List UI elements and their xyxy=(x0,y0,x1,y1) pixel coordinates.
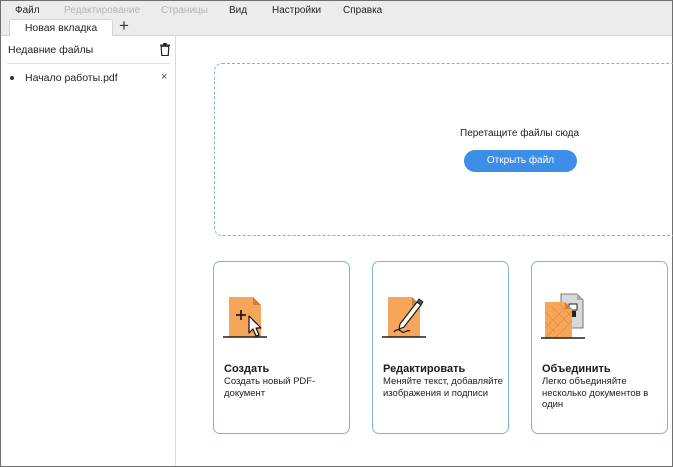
recent-files-sidebar: Недавние файлы Начало работы.pdf × xyxy=(1,36,176,466)
menu-file[interactable]: Файл xyxy=(15,5,40,16)
tab-new-tab[interactable]: Новая вкладка xyxy=(9,19,113,36)
recent-file-name[interactable]: Начало работы.pdf xyxy=(25,72,118,84)
sidebar-divider xyxy=(7,63,170,64)
create-card[interactable]: Создать Создать новый PDF-документ xyxy=(213,261,350,434)
tab-bar: Новая вкладка + xyxy=(1,17,672,36)
menu-edit[interactable]: Редактирование xyxy=(64,5,140,16)
edit-card-description: Меняйте текст, добавляйте изображения и … xyxy=(383,376,503,399)
add-tab-button[interactable]: + xyxy=(116,17,132,35)
recent-files-title: Недавние файлы xyxy=(8,44,94,56)
close-icon[interactable]: × xyxy=(161,71,167,83)
merge-card-description: Легко объединяйте несколько документов в… xyxy=(542,376,649,410)
menu-pages[interactable]: Страницы xyxy=(161,5,208,16)
create-card-description: Создать новый PDF-документ xyxy=(224,376,316,399)
menu-help[interactable]: Справка xyxy=(343,5,382,16)
edit-pdf-icon xyxy=(382,297,426,338)
merge-card-title: Объединить xyxy=(542,363,611,375)
bullet-icon xyxy=(10,76,14,80)
create-card-title: Создать xyxy=(224,363,270,375)
menu-settings[interactable]: Настройки xyxy=(272,5,321,16)
merge-card[interactable]: Объединить Легко объединяйте несколько д… xyxy=(531,261,668,434)
drop-zone[interactable]: Перетащите файлы сюда Открыть файл xyxy=(214,63,673,236)
edit-card-title: Редактировать xyxy=(383,363,466,375)
recent-file-item[interactable]: Начало работы.pdf × xyxy=(1,70,175,86)
drop-zone-text: Перетащите файлы сюда xyxy=(460,128,580,139)
menu-view[interactable]: Вид xyxy=(229,5,247,16)
trash-icon[interactable] xyxy=(160,43,170,56)
create-pdf-icon xyxy=(223,297,267,338)
app-window: Файл Редактирование Страницы Вид Настрой… xyxy=(0,0,673,467)
edit-card[interactable]: Редактировать Меняйте текст, добавляйте … xyxy=(372,261,509,434)
merge-pdf-icon xyxy=(541,293,585,339)
open-file-button[interactable]: Открыть файл xyxy=(464,150,577,172)
menu-bar: Файл Редактирование Страницы Вид Настрой… xyxy=(1,1,672,19)
main-area: Перетащите файлы сюда Открыть файл Созда… xyxy=(177,36,673,466)
